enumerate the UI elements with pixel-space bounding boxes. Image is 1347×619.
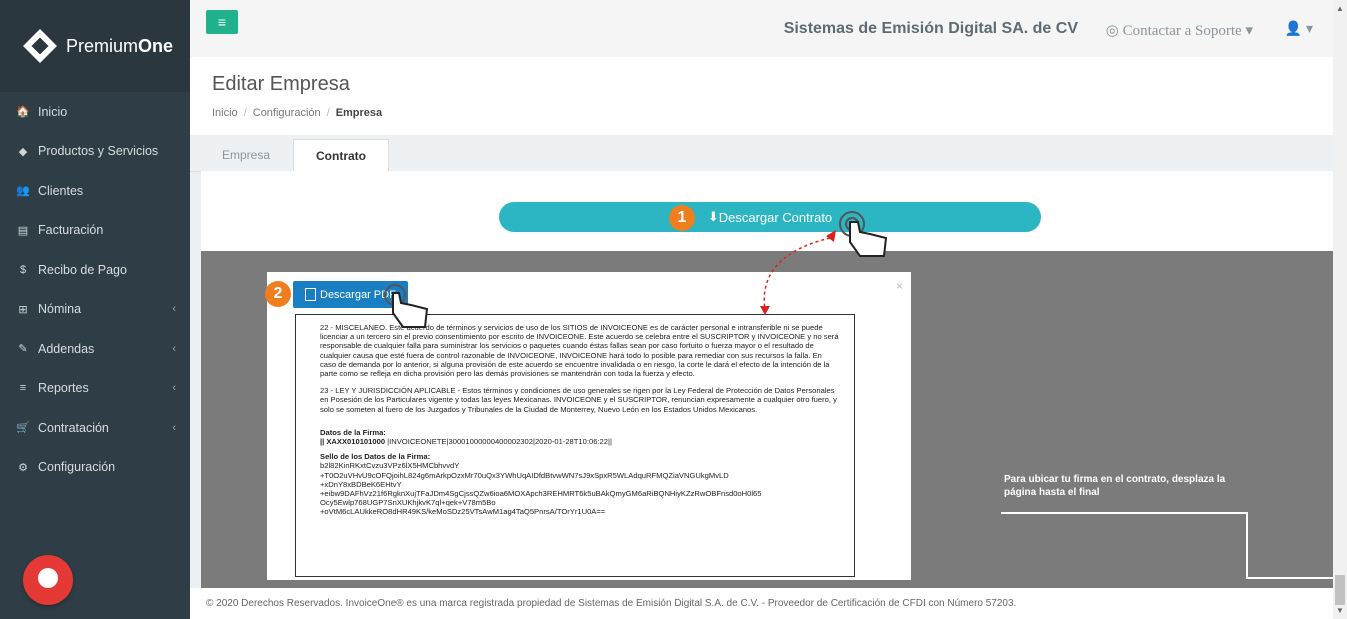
footer: © 2020 Derechos Reservados. InvoiceOne® …	[190, 588, 1333, 619]
annotation-overlay	[384, 211, 888, 328]
scroll-down-icon[interactable]: ▼	[1336, 606, 1344, 615]
arrow-tail-head	[826, 230, 836, 242]
page-scrollbar[interactable]: ▲ ▼	[1333, 0, 1347, 619]
pointer-hand-icon	[384, 284, 429, 328]
pointer-hand-icon	[839, 211, 888, 257]
arrow-head	[760, 306, 770, 315]
annotation-arrow	[763, 237, 831, 311]
scroll-up-icon[interactable]: ▲	[1336, 4, 1344, 13]
scrollbar-thumb[interactable]	[1335, 575, 1345, 605]
